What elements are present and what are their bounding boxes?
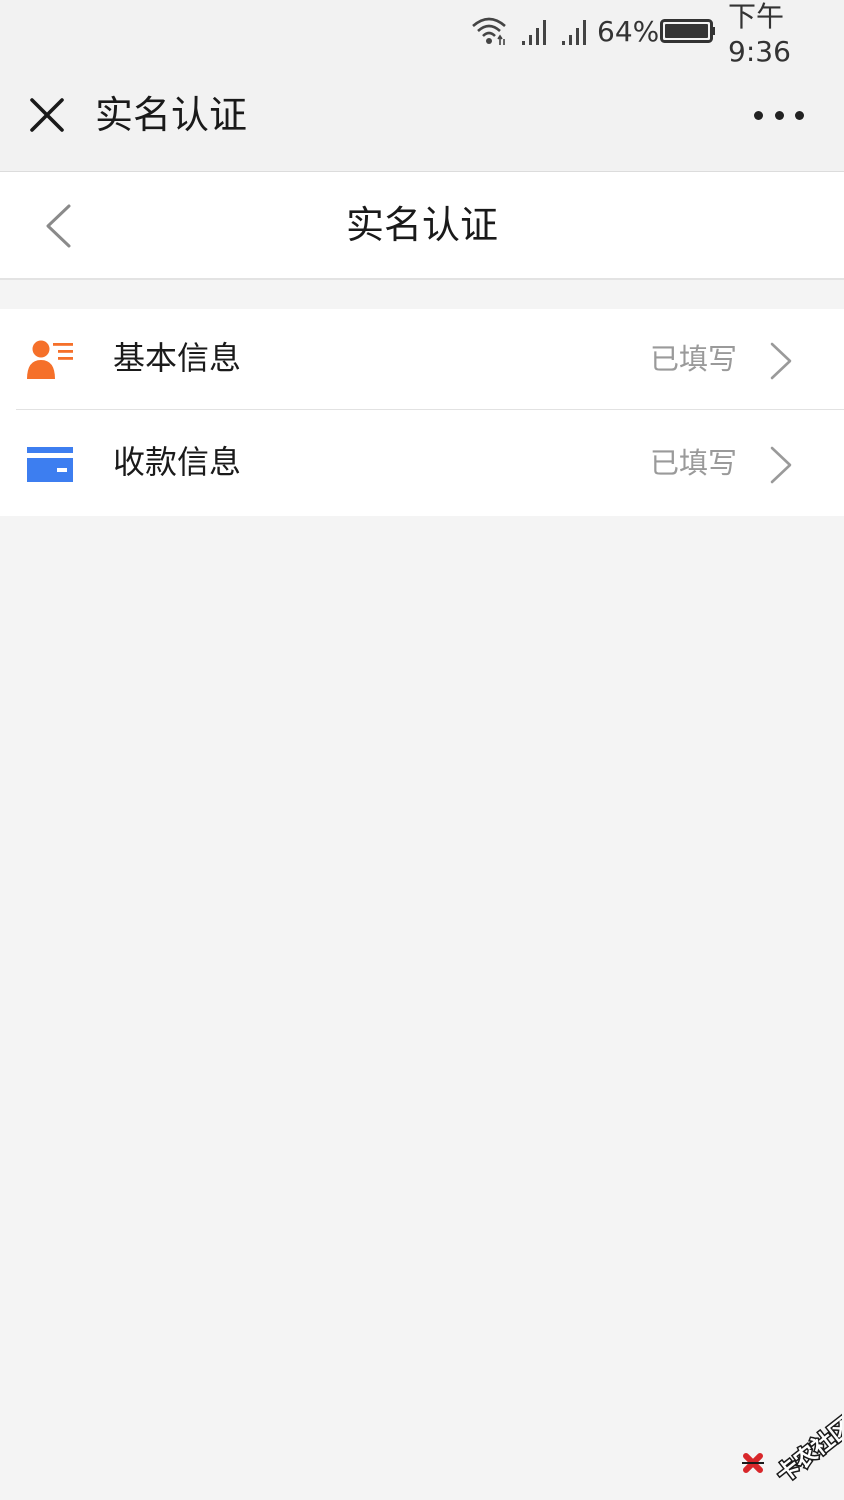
battery-icon	[660, 12, 716, 50]
more-button[interactable]	[754, 100, 804, 130]
page-header: 实名认证	[0, 172, 844, 280]
more-dot	[795, 110, 804, 120]
chevron-right-icon	[770, 446, 792, 484]
status-bar: 64% 下午9:36	[0, 0, 844, 68]
signal-1-icon	[520, 12, 548, 50]
chevron-right-icon	[770, 342, 792, 380]
more-dots-icon	[754, 110, 763, 120]
list-item-payment-info[interactable]: 收款信息 已填写	[0, 409, 844, 516]
kanong-logo-icon	[742, 1453, 764, 1473]
list-item-label: 基本信息	[113, 339, 242, 377]
list-item-label: 收款信息	[113, 443, 242, 481]
more-dot	[774, 110, 784, 120]
close-icon	[30, 98, 64, 132]
watermark: 卡农社区	[742, 1412, 842, 1484]
watermark-text: 卡农社区	[772, 1413, 842, 1484]
status-badge: 已填写	[649, 446, 737, 480]
verification-list: 基本信息 已填写 收款信息 已填写	[0, 309, 844, 516]
screen: 64% 下午9:36 实名认证 实名认证 基本信息 已填写 收款信息 已填写 卡…	[0, 0, 844, 1500]
page-title: 实名认证	[345, 203, 498, 247]
battery-percent: 64%	[597, 14, 660, 48]
clock: 下午9:36	[728, 0, 791, 68]
wifi-icon	[470, 12, 508, 50]
list-item-basic-info[interactable]: 基本信息 已填写	[0, 309, 844, 410]
close-button[interactable]	[24, 92, 70, 138]
status-badge: 已填写	[649, 342, 737, 376]
webview-top-bar: 实名认证	[0, 62, 844, 172]
user-profile-icon	[27, 340, 73, 379]
webview-title: 实名认证	[95, 93, 248, 137]
signal-2-icon	[560, 12, 588, 50]
bank-card-icon	[27, 447, 73, 482]
